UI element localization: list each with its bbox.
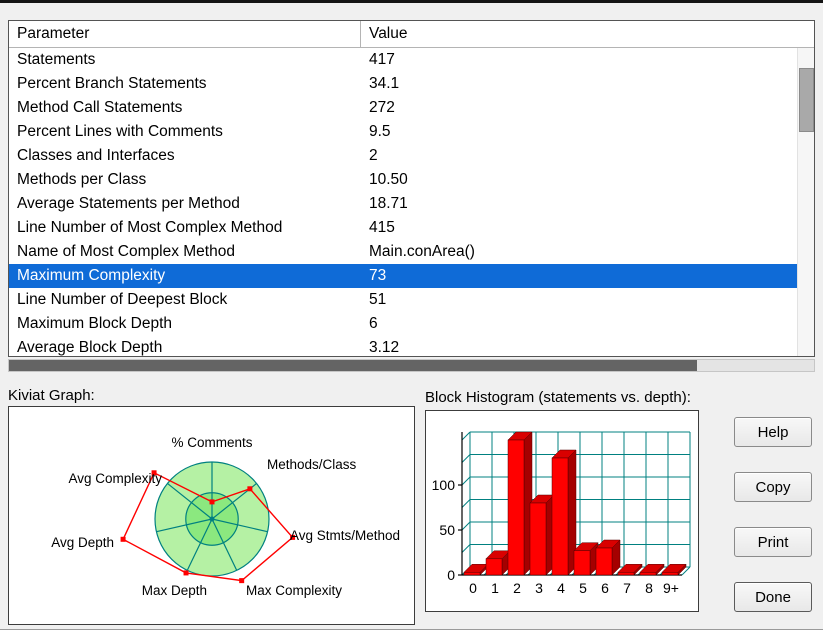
table-row[interactable]: Name of Most Complex Method Main.conArea(… — [9, 240, 814, 264]
vertical-scrollbar-thumb[interactable] — [799, 68, 814, 132]
copy-button[interactable]: Copy — [734, 472, 812, 502]
help-button[interactable]: Help — [734, 417, 812, 447]
window-bottom-edge — [0, 629, 823, 636]
kiviat-graph-label: Kiviat Graph: — [8, 387, 95, 404]
row-parameter: Line Number of Deepest Block — [17, 291, 228, 308]
row-value: 6 — [369, 315, 378, 332]
row-parameter: Maximum Block Depth — [17, 315, 173, 332]
window-top-edge — [0, 0, 823, 3]
table-row[interactable]: Average Block Depth 3.12 — [9, 336, 814, 356]
table-header: Parameter Value — [9, 21, 814, 48]
parameter-table: Parameter Value Statements 417 Percent Bra… — [8, 20, 815, 357]
histogram-ytick-label: 100 — [432, 477, 456, 493]
histogram-panel: 0 50 100 0 1 2 3 4 5 6 7 8 9+ — [425, 410, 699, 612]
row-parameter: Average Block Depth — [17, 339, 163, 356]
row-parameter: Methods per Class — [17, 171, 147, 188]
row-value: 51 — [369, 291, 387, 308]
table-body: Statements 417 Percent Branch Statements 34… — [9, 48, 814, 356]
kiviat-axis-label: Avg Stmts/Method — [290, 528, 400, 543]
row-parameter: Method Call Statements — [17, 99, 183, 116]
row-parameter: Statements — [17, 51, 96, 68]
row-parameter: Average Statements per Method — [17, 195, 240, 212]
histogram-xtick-label: 4 — [557, 580, 565, 596]
row-parameter: Classes and Interfaces — [17, 147, 175, 164]
kiviat-axis-label: % Comments — [171, 435, 252, 450]
row-value: 10.50 — [369, 171, 408, 188]
row-parameter: Percent Branch Statements — [17, 75, 207, 92]
table-row[interactable]: Method Call Statements 272 — [9, 96, 814, 120]
kiviat-panel: % Comments Methods/Class Avg Stmts/Method M… — [8, 406, 415, 625]
table-row[interactable]: Line Number of Deepest Block 51 — [9, 288, 814, 312]
column-header-parameter[interactable]: Parameter — [9, 21, 361, 47]
row-parameter: Percent Lines with Comments — [17, 123, 223, 140]
histogram-xtick-label: 1 — [491, 580, 499, 596]
table-row[interactable]: Maximum Complexity 73 — [9, 264, 814, 288]
done-button[interactable]: Done — [734, 582, 812, 612]
histogram-chart: 0501000 1 2 3 4 5 6 7 8 9+ — [432, 431, 691, 596]
table-row[interactable]: Statements 417 — [9, 48, 814, 72]
row-value: 34.1 — [369, 75, 400, 92]
histogram-ytick-label: 0 — [447, 567, 455, 583]
row-parameter: Name of Most Complex Method — [17, 243, 235, 260]
row-value: 272 — [369, 99, 395, 116]
horizontal-scrollbar-thumb[interactable] — [9, 360, 697, 371]
row-value: 417 — [369, 51, 395, 68]
histogram-xtick-label: 7 — [623, 580, 631, 596]
histogram-xtick-label: 5 — [579, 580, 587, 596]
table-row[interactable]: Classes and Interfaces 2 — [9, 144, 814, 168]
row-parameter: Maximum Complexity — [17, 267, 166, 284]
table-row[interactable]: Methods per Class 10.50 — [9, 168, 814, 192]
row-value: 18.71 — [369, 195, 408, 212]
histogram-xtick-label: 2 — [513, 580, 521, 596]
histogram-xtick-label: 6 — [601, 580, 609, 596]
histogram-label: Block Histogram (statements vs. depth): — [425, 389, 691, 406]
histogram-ytick-label: 50 — [439, 522, 455, 538]
table-row[interactable]: Maximum Block Depth 6 — [9, 312, 814, 336]
print-button[interactable]: Print — [734, 527, 812, 557]
row-value: 9.5 — [369, 123, 391, 140]
kiviat-chart: % Comments Methods/Class Avg Stmts/Method M… — [51, 435, 400, 598]
kiviat-axis-label: Avg Depth — [51, 535, 114, 550]
row-value: Main.conArea() — [369, 243, 475, 260]
kiviat-axis-label: Max Depth — [142, 583, 207, 598]
row-value: 73 — [369, 267, 387, 284]
histogram-xtick-label: 3 — [535, 580, 543, 596]
kiviat-axis-label: Methods/Class — [267, 457, 357, 472]
table-row[interactable]: Line Number of Most Complex Method 415 — [9, 216, 814, 240]
row-value: 3.12 — [369, 339, 400, 356]
table-row[interactable]: Percent Branch Statements 34.1 — [9, 72, 814, 96]
column-header-value[interactable]: Value — [361, 21, 814, 47]
horizontal-scrollbar[interactable] — [8, 359, 815, 372]
row-parameter: Line Number of Most Complex Method — [17, 219, 283, 236]
row-value: 415 — [369, 219, 395, 236]
vertical-scrollbar[interactable] — [797, 48, 814, 356]
row-value: 2 — [369, 147, 378, 164]
histogram-xtick-label: 0 — [469, 580, 477, 596]
histogram-xtick-label: 8 — [645, 580, 653, 596]
table-row[interactable]: Percent Lines with Comments 9.5 — [9, 120, 814, 144]
kiviat-axis-label: Max Complexity — [246, 583, 342, 598]
table-row[interactable]: Average Statements per Method 18.71 — [9, 192, 814, 216]
kiviat-axis-label: Avg Complexity — [68, 471, 162, 486]
histogram-xtick-label: 9+ — [663, 580, 679, 596]
